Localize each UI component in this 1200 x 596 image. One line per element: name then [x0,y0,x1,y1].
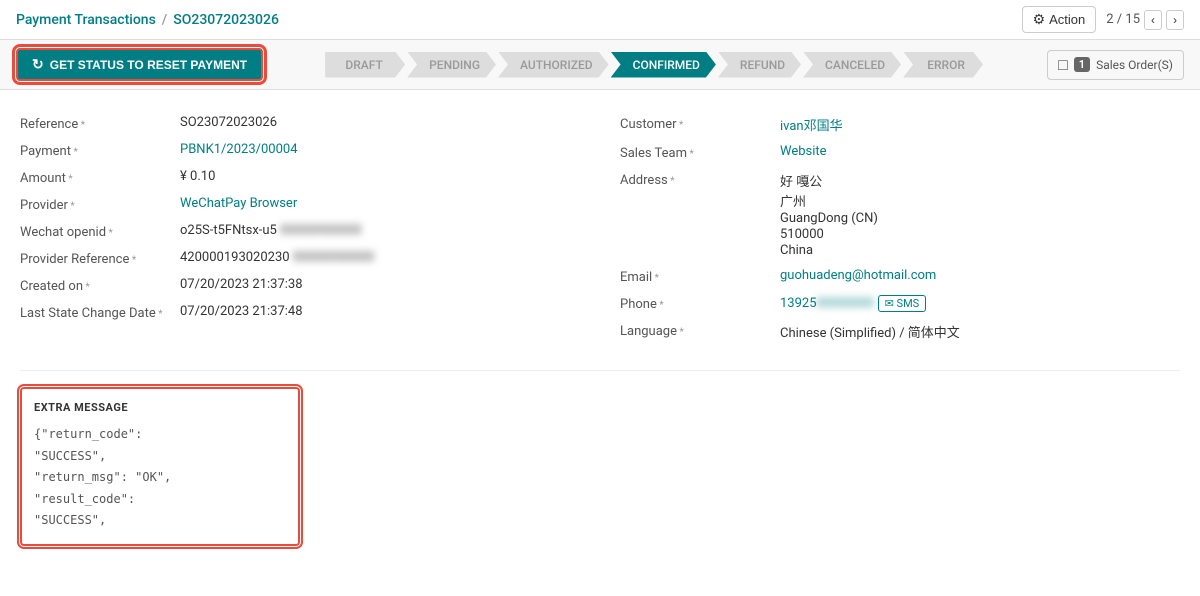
form-label: Provider Reference [20,250,180,267]
pipeline-step-authorized[interactable]: AUTHORIZED [498,52,609,78]
form-label: Customer [620,115,780,132]
form-label: Payment [20,142,180,159]
sales-order-badge[interactable]: □ 1 Sales Order(S) [1047,50,1184,80]
form-label: Sales Team [620,144,780,161]
form-left-column: ReferenceSO23072023026PaymentPBNK1/2023/… [20,110,580,346]
form-value: 07/20/2023 21:37:38 [180,277,303,292]
nav-controls: 2 / 15 ‹ › [1106,10,1184,30]
main-content: ReferenceSO23072023026PaymentPBNK1/2023/… [0,90,1200,546]
extra-message-box: EXTRA MESSAGE {"return_code":"SUCCESS","… [20,387,300,546]
form-right-column: Customerivan邓国华Sales TeamWebsiteAddress好… [620,110,1180,346]
extra-message-line: "return_msg": "OK", [34,467,286,489]
breadcrumb-current: SO23072023026 [173,12,279,28]
pipeline-step-pending[interactable]: PENDING [407,52,496,78]
form-label: Email [620,268,780,285]
extra-message-title: EXTRA MESSAGE [34,401,286,414]
form-row-amount: Amount¥ 0.10 [20,164,580,191]
pipeline-step-refund[interactable]: REFUND [718,52,801,78]
reset-button-label: GET STATUS TO RESET PAYMENT [50,58,247,72]
extra-message-content: {"return_code":"SUCCESS","return_msg": "… [34,424,286,532]
sales-order-icon: □ [1058,55,1068,75]
breadcrumb: Payment Transactions / SO23072023026 [16,12,279,28]
form-row-customer: Customerivan邓国华 [620,110,1180,139]
nav-prev-button[interactable]: ‹ [1144,10,1162,30]
extra-message-line: "SUCCESS", [34,510,286,532]
form-label: Reference [20,115,180,132]
top-header: Payment Transactions / SO23072023026 ⚙ A… [0,0,1200,40]
action-label: Action [1049,12,1085,27]
form-label: Language [620,322,780,339]
form-row-payment: PaymentPBNK1/2023/00004 [20,137,580,164]
action-button[interactable]: ⚙ Action [1022,6,1097,33]
form-value: 07/20/2023 21:37:48 [180,304,303,319]
form-row-phone: Phone13925XXXXXXX ✉ SMS [620,290,1180,317]
form-row-wechat-openid: Wechat openido25S-t5FNtsx-u5 XXXXXXXXXX [20,218,580,245]
extra-message-line: "SUCCESS", [34,446,286,468]
form-label: Address [620,171,780,188]
form-row-address: Address好 嘎公广州GuangDong (CN)510000China [620,166,1180,263]
status-bar: ↻ GET STATUS TO RESET PAYMENT DRAFTPENDI… [0,40,1200,90]
form-value[interactable]: guohuadeng@hotmail.com [780,268,936,283]
address-line: 510000 [780,227,878,242]
nav-position: 2 / 15 [1106,12,1140,27]
breadcrumb-separator: / [162,12,167,28]
form-value: o25S-t5FNtsx-u5 XXXXXXXXXX [180,223,362,238]
form-row-sales-team: Sales TeamWebsite [620,139,1180,166]
pipeline-step-error[interactable]: ERROR [903,52,983,78]
pipeline: DRAFTPENDINGAUTHORIZEDCONFIRMEDREFUNDCAN… [325,52,985,78]
address-line: GuangDong (CN) [780,211,878,226]
form-row-language: LanguageChinese (Simplified) / 简体中文 [620,317,1180,346]
refresh-icon: ↻ [32,56,44,73]
extra-message-line: {"return_code": [34,424,286,446]
address-line: 广州 [780,191,878,210]
form-value[interactable]: ivan邓国华 [780,115,843,134]
form-value[interactable]: PBNK1/2023/00004 [180,142,298,157]
form-value: 好 嘎公广州GuangDong (CN)510000China [780,171,878,258]
form-row-last-state-change-date: Last State Change Date07/20/2023 21:37:4… [20,299,580,326]
form-label: Last State Change Date [20,304,180,321]
sms-button[interactable]: ✉ SMS [878,295,927,312]
pipeline-step-canceled[interactable]: CANCELED [803,52,901,78]
phone-value[interactable]: 13925XXXXXXX [780,296,874,311]
sales-order-label: Sales Order(S) [1096,58,1173,72]
form-label: Phone [620,295,780,312]
form-row-reference: ReferenceSO23072023026 [20,110,580,137]
form-label: Amount [20,169,180,186]
gear-icon: ⚙ [1033,11,1046,28]
extra-message-section: EXTRA MESSAGE {"return_code":"SUCCESS","… [20,387,1180,546]
form-label: Created on [20,277,180,294]
form-section: ReferenceSO23072023026PaymentPBNK1/2023/… [20,110,1180,346]
form-value: Chinese (Simplified) / 简体中文 [780,322,960,341]
form-label: Provider [20,196,180,213]
form-row-provider-reference: Provider Reference420000193020230 XXXXXX… [20,245,580,272]
form-row-email: Emailguohuadeng@hotmail.com [620,263,1180,290]
sales-order-count: 1 [1074,57,1090,72]
form-value[interactable]: Website [780,144,827,159]
form-row-created-on: Created on07/20/2023 21:37:38 [20,272,580,299]
reset-payment-button[interactable]: ↻ GET STATUS TO RESET PAYMENT [16,48,263,81]
address-line: China [780,243,878,258]
pipeline-step-draft[interactable]: DRAFT [325,52,405,78]
breadcrumb-parent[interactable]: Payment Transactions [16,12,156,28]
nav-next-button[interactable]: › [1166,10,1184,30]
form-value: ¥ 0.10 [180,169,215,184]
address-line: 好 嘎公 [780,171,878,190]
section-divider [20,370,1180,371]
header-right: ⚙ Action 2 / 15 ‹ › [1022,6,1184,33]
pipeline-step-confirmed[interactable]: CONFIRMED [611,52,716,78]
form-value: 420000193020230 XXXXXXXXXX [180,250,374,265]
form-label: Wechat openid [20,223,180,240]
form-value: 13925XXXXXXX ✉ SMS [780,295,926,312]
form-row-provider: ProviderWeChatPay Browser [20,191,580,218]
form-value: SO23072023026 [180,115,277,130]
form-value[interactable]: WeChatPay Browser [180,196,297,211]
extra-message-line: "result_code": [34,489,286,511]
